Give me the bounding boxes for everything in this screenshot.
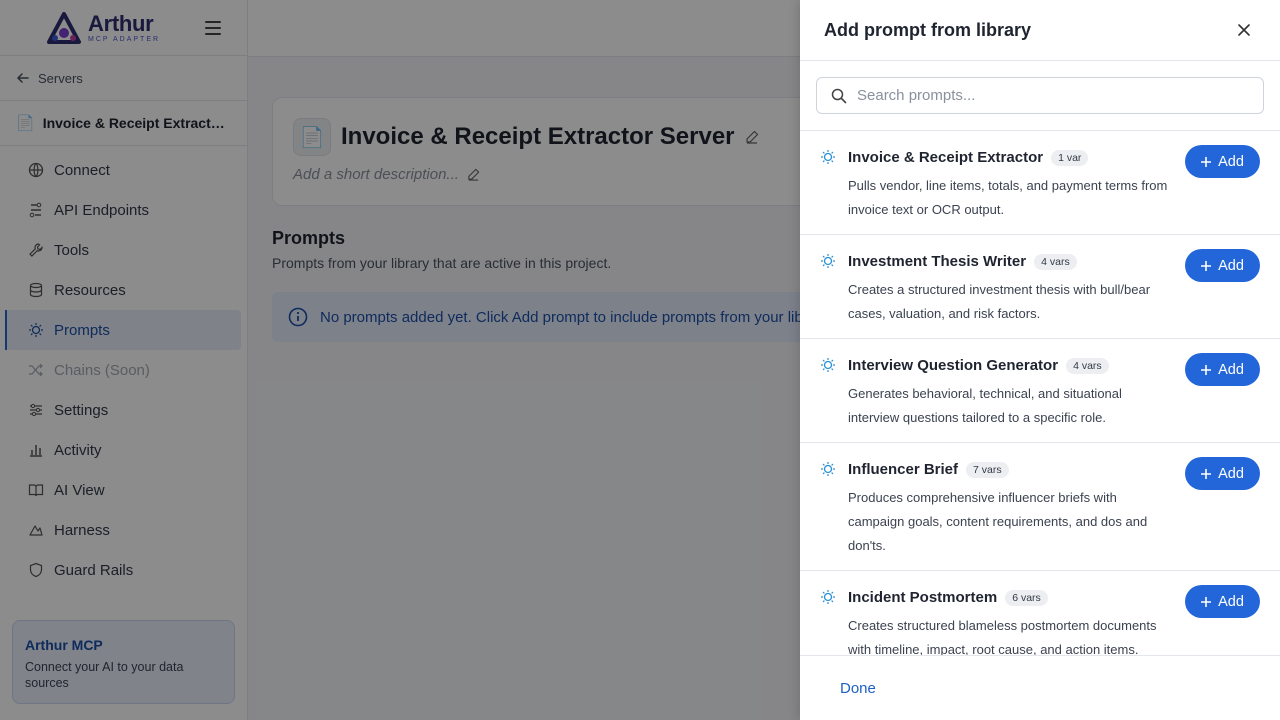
prompt-title: Interview Question Generator — [848, 357, 1059, 374]
var-count-badge: 4 vars — [1066, 357, 1109, 374]
prompt-description: Creates a structured investment thesis w… — [848, 282, 1151, 321]
add-label: Add — [1218, 593, 1244, 610]
prompt-list: Invoice & Receipt Extractor 1 var Pulls … — [800, 131, 1280, 656]
plus-icon — [1201, 260, 1212, 271]
var-count-badge: 6 vars — [1005, 589, 1048, 606]
plus-icon — [1201, 364, 1212, 375]
list-item: Invoice & Receipt Extractor 1 var Pulls … — [800, 131, 1280, 235]
drawer-footer: Done — [800, 655, 1280, 720]
add-label: Add — [1218, 153, 1244, 170]
prompt-title: Investment Thesis Writer — [848, 253, 1027, 270]
plus-icon — [1201, 156, 1212, 167]
var-count-badge: 7 vars — [966, 461, 1009, 478]
var-count-badge: 1 var — [1051, 149, 1089, 166]
drawer-title: Add prompt from library — [824, 19, 1032, 40]
add-button[interactable]: Add — [1185, 353, 1260, 386]
add-button[interactable]: Add — [1185, 457, 1260, 490]
list-item: Influencer Brief 7 vars Produces compreh… — [800, 443, 1280, 571]
list-item: Interview Question Generator 4 vars Gene… — [800, 339, 1280, 443]
add-button[interactable]: Add — [1185, 145, 1260, 178]
lightbulb-icon — [821, 254, 835, 268]
prompt-title: Invoice & Receipt Extractor — [848, 149, 1044, 166]
add-button[interactable]: Add — [1185, 249, 1260, 282]
plus-icon — [1201, 468, 1212, 479]
close-icon — [1238, 24, 1250, 36]
add-button[interactable]: Add — [1185, 585, 1260, 618]
add-label: Add — [1218, 257, 1244, 274]
prompt-description: Generates behavioral, technical, and sit… — [848, 386, 1122, 425]
search-box[interactable] — [816, 77, 1264, 114]
drawer-header: Add prompt from library — [800, 0, 1280, 61]
add-prompt-drawer: Add prompt from library Invoice & Receip… — [800, 0, 1280, 720]
search-input[interactable] — [857, 87, 1237, 104]
plus-icon — [1201, 596, 1212, 607]
add-label: Add — [1218, 465, 1244, 482]
prompt-description: Creates structured blameless postmortem … — [848, 618, 1157, 656]
prompt-title: Influencer Brief — [848, 461, 959, 478]
search-area — [800, 61, 1280, 131]
search-icon — [831, 88, 847, 103]
lightbulb-icon — [821, 590, 835, 604]
var-count-badge: 4 vars — [1034, 253, 1077, 270]
prompt-description: Produces comprehensive influencer briefs… — [848, 490, 1148, 553]
prompt-title: Incident Postmortem — [848, 589, 998, 606]
list-item: Investment Thesis Writer 4 vars Creates … — [800, 235, 1280, 339]
done-button[interactable]: Done — [840, 680, 876, 697]
close-button[interactable] — [1232, 18, 1256, 42]
lightbulb-icon — [821, 462, 835, 476]
prompt-description: Pulls vendor, line items, totals, and pa… — [848, 178, 1168, 217]
lightbulb-icon — [821, 358, 835, 372]
list-item: Incident Postmortem 6 vars Creates struc… — [800, 571, 1280, 656]
modal-overlay[interactable] — [0, 0, 800, 720]
add-label: Add — [1218, 361, 1244, 378]
lightbulb-icon — [821, 150, 835, 164]
